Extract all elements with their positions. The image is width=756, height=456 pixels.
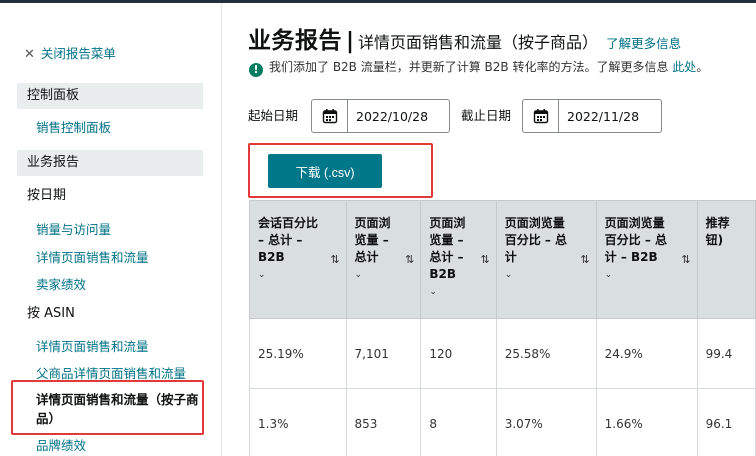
- end-date-label: 截止日期: [461, 108, 512, 123]
- sidebar-item-detail-page-sales[interactable]: 详情页面销售和流量: [36, 247, 149, 266]
- sidebar-item-child-detail-page-active[interactable]: 详情页面销售和流量（按子商品）: [36, 390, 201, 428]
- column-header[interactable]: 页面浏览量百分比 – 总计 – B2B ⌄ ⇅: [595, 200, 698, 319]
- column-header[interactable]: 页面浏览量 – 总计 ⌄ ⇅: [345, 200, 422, 319]
- sort-icon[interactable]: ⇅: [480, 251, 489, 268]
- table-cell: 25.58%: [495, 318, 597, 389]
- download-csv-button[interactable]: 下载 (.csv): [268, 154, 382, 188]
- column-header[interactable]: 页面浏览量 – 总计 – B2B ⌄ ⇅: [420, 200, 497, 319]
- column-header[interactable]: 推荐钮): [696, 200, 756, 319]
- table-cell: 3.07%: [495, 388, 597, 456]
- title-separator: |: [346, 29, 355, 54]
- column-header-label: 页面浏览量 – 总计 – B2B: [429, 216, 466, 281]
- end-date-picker[interactable]: 2022/11/28: [522, 99, 662, 133]
- start-date-value: 2022/10/28: [356, 108, 429, 124]
- sidebar-item-sales-traffic[interactable]: 销量与访问量: [36, 219, 111, 238]
- table-cell: 25.19%: [249, 318, 347, 389]
- notice-here-link[interactable]: 此处: [672, 60, 696, 74]
- chevron-down-icon[interactable]: ⌄: [258, 267, 346, 284]
- start-date-label: 起始日期: [248, 108, 299, 123]
- table-row: 1.3% 853 8 3.07% 1.66% 96.1: [249, 388, 756, 456]
- sidebar-item-asin-detail-page[interactable]: 详情页面销售和流量: [36, 336, 149, 355]
- group-by-asin: 按 ASIN: [27, 306, 75, 321]
- table-cell: 96.1: [696, 388, 756, 456]
- calendar-icon[interactable]: [312, 100, 348, 132]
- column-header[interactable]: 会话百分比 – 总计 – B2B ⌄ ⇅: [249, 200, 347, 319]
- sort-icon[interactable]: ⇅: [580, 251, 589, 268]
- table-cell: 8: [420, 388, 497, 456]
- close-icon: ✕: [24, 47, 35, 62]
- notice-end: 。: [696, 60, 709, 74]
- column-header[interactable]: 页面浏览量百分比 – 总计 ⌄ ⇅: [495, 200, 597, 319]
- end-date-value: 2022/11/28: [567, 108, 640, 124]
- column-header-label: 推荐钮): [705, 216, 730, 247]
- notice-text: 我们添加了 B2B 流量栏，并更新了计算 B2B 转化率的方法。了解更多信息: [269, 60, 669, 74]
- table-cell: 120: [420, 318, 497, 389]
- chevron-down-icon[interactable]: ⌄: [605, 267, 697, 284]
- check-circle-icon: !: [249, 63, 263, 77]
- sidebar-item-parent-detail-page[interactable]: 父商品详情页面销售和流量: [36, 363, 186, 382]
- group-by-date: 按日期: [27, 188, 67, 203]
- close-report-menu-link[interactable]: ✕ 关闭报告菜单: [24, 43, 116, 62]
- table-cell: 7,101: [345, 318, 422, 389]
- page-subtitle: 详情页面销售和流量（按子商品）: [358, 33, 599, 52]
- sidebar-item-sales-dashboard[interactable]: 销售控制面板: [36, 117, 111, 136]
- sort-icon[interactable]: ⇅: [330, 251, 339, 268]
- page-title-main: 业务报告: [248, 28, 342, 54]
- chevron-down-icon[interactable]: ⌄: [429, 284, 495, 301]
- start-date-picker[interactable]: 2022/10/28: [311, 99, 450, 133]
- learn-more-link[interactable]: 了解更多信息: [606, 36, 681, 51]
- table-row: 25.19% 7,101 120 25.58% 24.9% 99.4: [249, 318, 756, 389]
- sidebar-item-seller-performance[interactable]: 卖家绩效: [36, 274, 86, 293]
- calendar-icon[interactable]: [523, 100, 559, 132]
- report-sidebar: ✕ 关闭报告菜单 控制面板 销售控制面板 业务报告 按日期 销量与访问量 详情页面…: [0, 3, 222, 456]
- close-report-menu-label: 关闭报告菜单: [40, 46, 116, 61]
- table-cell: 1.3%: [249, 388, 347, 456]
- table-cell: 99.4: [696, 318, 756, 389]
- chevron-down-icon[interactable]: ⌄: [505, 267, 596, 284]
- b2b-notice: ! 我们添加了 B2B 流量栏，并更新了计算 B2B 转化率的方法。了解更多信息 …: [249, 58, 708, 77]
- report-table: 会话百分比 – 总计 – B2B ⌄ ⇅ 页面浏览量 – 总计 ⌄ ⇅ 页面浏览量 – …: [249, 200, 756, 456]
- sort-icon[interactable]: ⇅: [405, 251, 414, 268]
- table-cell: 853: [345, 388, 422, 456]
- sort-icon[interactable]: ⇅: [681, 251, 690, 268]
- sidebar-item-brand-performance[interactable]: 品牌绩效: [36, 435, 86, 454]
- table-cell: 24.9%: [595, 318, 698, 389]
- chevron-down-icon[interactable]: ⌄: [355, 267, 421, 284]
- section-dashboard: 控制面板: [17, 83, 203, 109]
- page-title: 业务报告 | 详情页面销售和流量（按子商品） 了解更多信息: [248, 21, 681, 55]
- section-business-reports: 业务报告: [17, 150, 203, 176]
- table-cell: 1.66%: [595, 388, 698, 456]
